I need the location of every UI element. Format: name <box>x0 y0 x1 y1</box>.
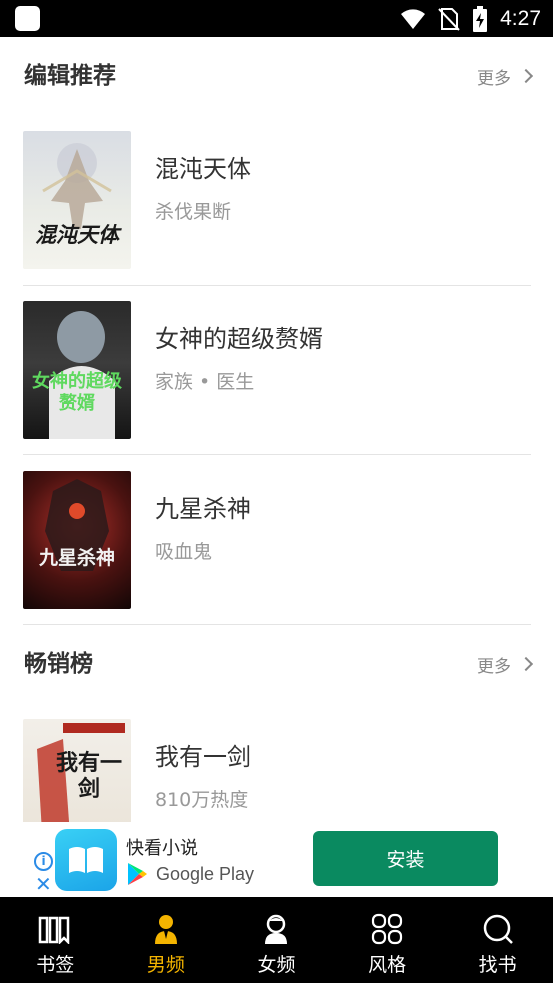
more-label: 更多 <box>477 68 511 89</box>
bottom-nav: 书签 男频 女频 风格 找书 <box>0 897 553 983</box>
book-item[interactable]: 九星杀神 九星杀神 吸血鬼 <box>0 471 553 611</box>
male-icon <box>149 912 183 946</box>
nav-label: 书签 <box>36 954 75 976</box>
book-title: 九星杀神 <box>155 495 251 523</box>
female-icon <box>259 912 293 946</box>
content-area[interactable]: 编辑推荐 更多 混沌天体 混沌天体 杀伐果断 女神的超级赘婿 女神的超级赘婿 家… <box>0 37 553 897</box>
book-title: 混沌天体 <box>155 155 251 183</box>
bestseller-header: 畅销榜 更多 <box>0 644 553 684</box>
search-icon <box>481 912 515 946</box>
book-item[interactable]: 混沌天体 混沌天体 杀伐果断 <box>0 131 553 271</box>
chevron-right-icon <box>518 656 534 672</box>
bookmark-icon <box>38 912 72 946</box>
app-icon[interactable] <box>55 829 117 891</box>
battery-charging-icon <box>472 5 488 32</box>
cover-title-art: 九星杀神 <box>38 547 115 569</box>
nav-label: 男频 <box>146 954 185 976</box>
book-tags: 杀伐果断 <box>155 201 232 223</box>
cover-title-art: 女神的超级赘婿 <box>32 371 122 414</box>
nav-label: 女频 <box>257 954 296 976</box>
book-cover: 女神的超级赘婿 <box>23 301 131 439</box>
more-label: 更多 <box>477 656 511 677</box>
book-title: 我有一剑 <box>155 743 251 771</box>
nav-item-male[interactable]: 男频 <box>111 897 222 983</box>
divider <box>23 454 531 455</box>
status-time: 4:27 <box>500 6 541 30</box>
book-title: 女神的超级赘婿 <box>155 325 323 353</box>
section-title: 编辑推荐 <box>24 63 116 89</box>
wifi-icon <box>400 8 426 30</box>
nav-item-search[interactable]: 找书 <box>442 897 553 983</box>
book-tags: 吸血鬼 <box>155 541 213 563</box>
book-cover: 混沌天体 <box>23 131 131 269</box>
nav-label: 风格 <box>368 954 407 976</box>
book-cover: 九星杀神 <box>23 471 131 609</box>
ad-app-name: 快看小说 <box>126 838 198 859</box>
status-indicators: 4:27 <box>400 0 541 37</box>
ad-info-icon[interactable]: i <box>34 852 53 871</box>
app-notification-icon <box>15 6 40 31</box>
chevron-right-icon <box>518 68 534 84</box>
store-name: Google Play <box>156 863 255 884</box>
divider <box>23 624 531 625</box>
grid-icon <box>370 912 404 946</box>
book-popularity: 810万热度 <box>155 789 249 811</box>
book-tags: 家族 • 医生 <box>155 371 255 393</box>
status-bar: 4:27 <box>0 0 553 37</box>
book-item[interactable]: 女神的超级赘婿 女神的超级赘婿 家族 • 医生 <box>0 301 553 441</box>
nav-item-style[interactable]: 风格 <box>332 897 443 983</box>
google-play-icon <box>128 863 147 885</box>
store-badge: Google Play <box>126 860 254 888</box>
section-title: 畅销榜 <box>24 651 93 677</box>
cover-title-art: 混沌天体 <box>35 223 119 247</box>
more-button[interactable]: 更多 <box>477 56 534 96</box>
install-button[interactable]: 安装 <box>313 831 498 886</box>
ad-close-icon[interactable]: ✕ <box>35 874 52 894</box>
more-button[interactable]: 更多 <box>477 644 534 684</box>
cover-title-art: 我有一剑 <box>55 751 122 802</box>
nav-item-female[interactable]: 女频 <box>221 897 332 983</box>
divider <box>23 285 531 286</box>
editor-picks-header: 编辑推荐 更多 <box>0 56 553 96</box>
nav-label: 找书 <box>478 954 517 976</box>
ad-banner[interactable]: i ✕ 快看小说 Google Play 安装 <box>0 822 553 897</box>
nav-item-bookmarks[interactable]: 书签 <box>0 897 111 983</box>
no-sim-icon <box>438 7 460 31</box>
